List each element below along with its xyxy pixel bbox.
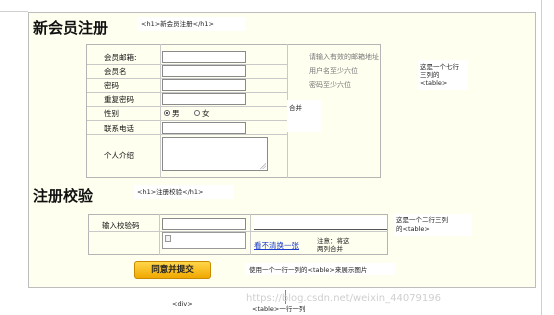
- merge-annotation: 合并: [289, 104, 302, 112]
- broken-image-icon: [165, 235, 171, 242]
- code-field[interactable]: [162, 218, 246, 230]
- table-column-divider: [250, 214, 251, 255]
- gender-male-label: 男: [172, 109, 180, 118]
- password-hint: 密码至少六位: [309, 81, 351, 89]
- password-label: 密码: [104, 81, 119, 90]
- gender-female-label: 女: [202, 109, 210, 118]
- password-field[interactable]: [162, 79, 246, 91]
- verify-heading: 注册校验: [33, 187, 94, 205]
- table2-annotation-line2: 的<table>: [396, 225, 430, 233]
- table-column-divider: [159, 214, 160, 255]
- email-field[interactable]: [162, 51, 246, 63]
- username-field[interactable]: [162, 65, 246, 77]
- table-row-line: [87, 120, 287, 121]
- h1-verify-annotation: <h1>注册校验</h1>: [137, 188, 204, 196]
- table7-annotation-line1: 这是一个七行: [420, 63, 459, 71]
- intro-textarea[interactable]: [162, 137, 268, 171]
- table2-annotation-line1: 这是一个二行三列: [396, 216, 448, 224]
- table7-annotation-line3: <table>: [420, 79, 448, 87]
- phone-label: 联系电话: [104, 124, 134, 133]
- submit-button[interactable]: 同意并提交: [134, 261, 211, 279]
- h1-register-annotation: <h1>新会员注册</h1>: [141, 20, 214, 28]
- right-guide-line: [541, 0, 542, 315]
- verify-merge-annotation-line2: 两列合并: [317, 245, 343, 253]
- div-annotation: <div>: [172, 300, 193, 308]
- table1-annotation: <table>一行一列: [252, 305, 306, 313]
- table-row-line: [87, 106, 287, 107]
- username-hint: 用户名至少六位: [309, 67, 358, 75]
- register-heading: 新会员注册: [33, 19, 109, 37]
- phone-field[interactable]: [162, 122, 246, 134]
- username-label: 会员名: [104, 67, 127, 76]
- intro-label: 个人介绍: [104, 151, 134, 160]
- verify-merge-annotation-line1: 注意：将这: [317, 237, 350, 245]
- table7-annotation-line2: 三列的: [420, 71, 440, 79]
- gender-female-radio[interactable]: [194, 110, 200, 116]
- code-label: 输入校验码: [102, 221, 140, 230]
- repeat-password-label: 重复密码: [104, 95, 134, 104]
- refresh-captcha-link[interactable]: 看不清换一张: [254, 240, 299, 251]
- resize-handle-icon[interactable]: [260, 163, 266, 169]
- table-row-line: [87, 134, 287, 135]
- repeat-password-field[interactable]: [162, 93, 246, 105]
- email-hint: 请输入有效的邮箱地址: [309, 53, 379, 61]
- watermark: https://blog.csdn.net/weixin_44079196: [246, 293, 442, 304]
- image-table-annotation: 使用一个一行一列的<table>来展示图片: [249, 266, 368, 274]
- gender-label: 性别: [104, 109, 119, 118]
- merged-cell-underline: [254, 229, 387, 230]
- email-label: 会员邮箱:: [104, 53, 137, 62]
- gender-male-radio[interactable]: [164, 110, 170, 116]
- merged-cell: [253, 216, 387, 230]
- top-left-guide-line: [0, 11, 28, 12]
- captcha-image: [162, 232, 246, 249]
